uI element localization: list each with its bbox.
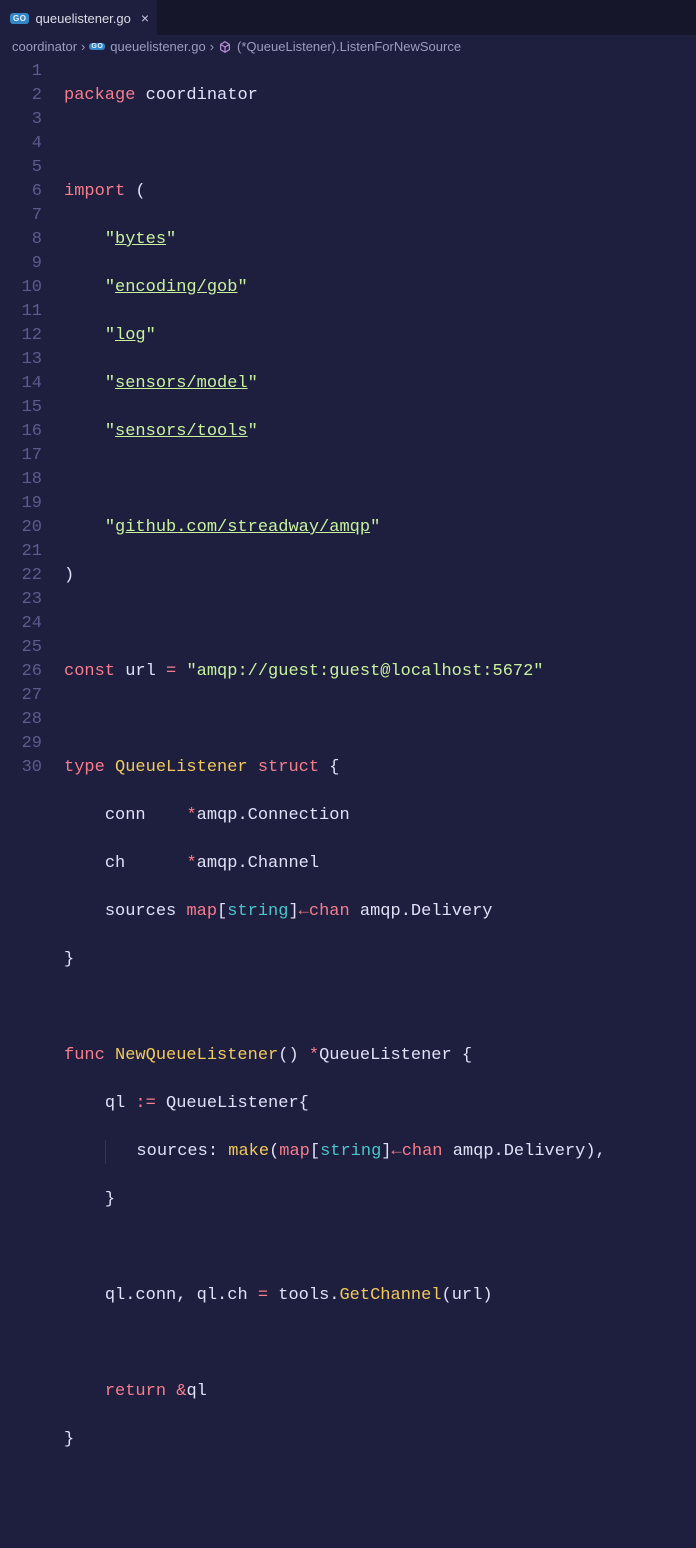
tab-queuelistener[interactable]: GO queuelistener.go × xyxy=(0,0,157,35)
breadcrumb-symbol[interactable]: (*QueueListener).ListenForNewSource xyxy=(218,39,461,54)
breadcrumb-file-label: queuelistener.go xyxy=(110,39,205,54)
code-content[interactable]: package coordinator import ( "bytes" "en… xyxy=(64,60,696,1548)
breadcrumb-symbol-label: (*QueueListener).ListenForNewSource xyxy=(237,39,461,54)
go-lang-icon: GO xyxy=(10,13,29,24)
breadcrumb-file[interactable]: GO queuelistener.go xyxy=(89,39,205,54)
breadcrumb-folder[interactable]: coordinator xyxy=(12,39,77,54)
tab-bar: GO queuelistener.go × xyxy=(0,0,696,35)
chevron-right-icon: › xyxy=(81,39,85,54)
chevron-right-icon: › xyxy=(210,39,214,54)
code-editor[interactable]: 12345678910 11121314151617181920 2122232… xyxy=(0,60,696,1548)
tab-filename: queuelistener.go xyxy=(35,11,130,26)
line-gutter: 12345678910 11121314151617181920 2122232… xyxy=(0,60,64,1548)
close-icon[interactable]: × xyxy=(141,10,149,26)
method-icon xyxy=(218,40,232,54)
breadcrumb: coordinator › GO queuelistener.go › (*Qu… xyxy=(0,35,696,60)
go-lang-icon: GO xyxy=(89,43,105,50)
